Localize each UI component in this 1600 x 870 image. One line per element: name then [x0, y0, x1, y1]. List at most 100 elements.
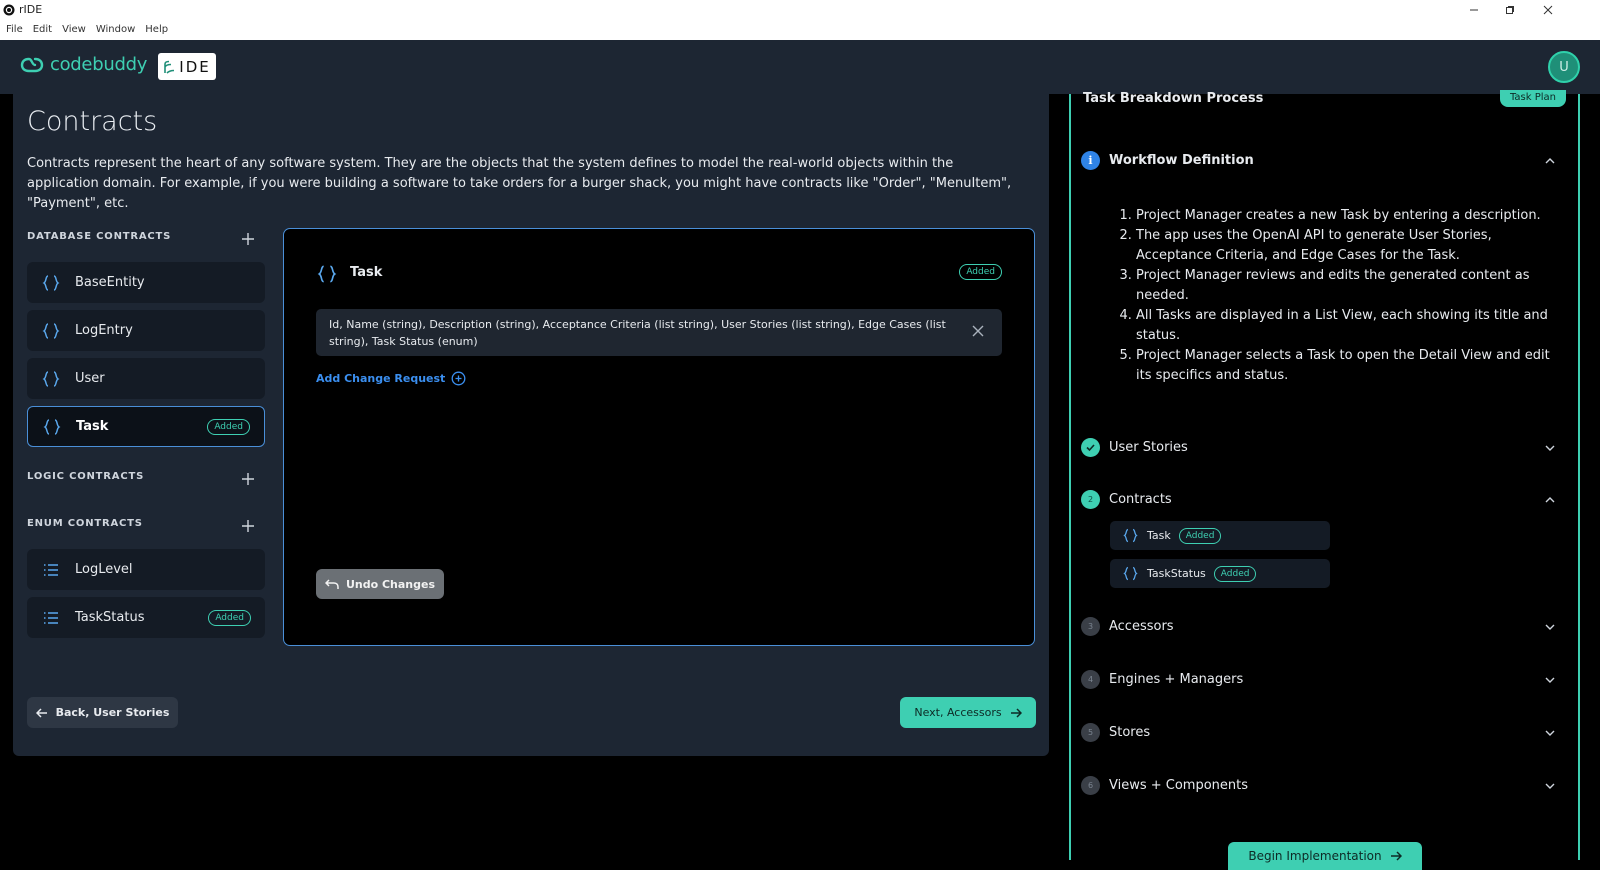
- maximize-button[interactable]: [1492, 0, 1528, 19]
- workflow-step: The app uses the OpenAI API to generate …: [1136, 226, 1559, 266]
- add-enum-contract-icon[interactable]: [241, 519, 255, 533]
- next-label: Next, Accessors: [914, 706, 1002, 719]
- arrow-right-icon: [1390, 851, 1402, 861]
- step-user-stories[interactable]: User Stories: [1081, 438, 1556, 457]
- step-number: 2: [1081, 490, 1100, 509]
- back-button[interactable]: Back, User Stories: [27, 697, 178, 728]
- list-icon: [44, 611, 58, 624]
- task-plan-panel: Task Breakdown Process Task Plan i Workf…: [1069, 90, 1580, 870]
- menu-file[interactable]: File: [6, 24, 23, 35]
- menu-window[interactable]: Window: [96, 24, 135, 35]
- close-icon[interactable]: [972, 325, 984, 337]
- ide-badge: IDE: [158, 53, 216, 80]
- begin-implementation-button[interactable]: Begin Implementation: [1228, 842, 1422, 870]
- workflow-title: Workflow Definition: [1109, 153, 1254, 168]
- info-icon: i: [1081, 151, 1100, 170]
- braces-icon: [43, 418, 61, 435]
- chevron-down-icon: [1545, 677, 1555, 683]
- contract-item-baseentity[interactable]: BaseEntity: [27, 262, 265, 303]
- contract-item-logentry[interactable]: LogEntry: [27, 310, 265, 351]
- editor-title: Task: [350, 265, 383, 280]
- add-logic-contract-icon[interactable]: [241, 472, 255, 486]
- add-change-request-label: Add Change Request: [316, 372, 446, 385]
- step-contracts[interactable]: 2 Contracts: [1081, 490, 1556, 509]
- braces-icon: [42, 370, 60, 387]
- contract-name: Task: [76, 419, 109, 434]
- app-header: codebuddy IDE U: [0, 40, 1600, 94]
- undo-changes-label: Undo Changes: [345, 577, 436, 591]
- step-stores[interactable]: 5 Stores: [1081, 723, 1556, 742]
- contract-name: BaseEntity: [75, 275, 145, 290]
- workflow-step: Project Manager creates a new Task by en…: [1136, 206, 1559, 226]
- undo-icon: [324, 579, 339, 589]
- added-badge: Added: [959, 264, 1002, 280]
- codebuddy-logo[interactable]: codebuddy: [20, 54, 147, 75]
- next-button[interactable]: Next, Accessors: [900, 697, 1036, 728]
- chevron-down-icon: [1545, 730, 1555, 736]
- chevron-down-icon: [1545, 783, 1555, 789]
- task-breakdown-heading: Task Breakdown Process: [1083, 91, 1264, 106]
- chevron-down-icon: [1545, 624, 1555, 630]
- back-label: Back, User Stories: [55, 706, 170, 719]
- menu-edit[interactable]: Edit: [33, 24, 52, 35]
- braces-icon: [317, 265, 337, 283]
- added-badge: Added: [1178, 527, 1222, 544]
- begin-implementation-label: Begin Implementation: [1248, 849, 1382, 863]
- contract-item-taskstatus[interactable]: TaskStatus Added: [27, 597, 265, 638]
- step-label: Engines + Managers: [1109, 672, 1244, 687]
- add-change-request-button[interactable]: Add Change Request: [316, 371, 466, 386]
- chevron-up-icon: [1545, 496, 1555, 502]
- plus-circle-icon: [451, 371, 466, 386]
- contract-name: Task: [1147, 529, 1171, 542]
- plan-contract-task[interactable]: Task Added: [1110, 521, 1330, 550]
- brand-name: codebuddy: [50, 54, 148, 75]
- braces-icon: [1123, 566, 1138, 581]
- change-request-item: Id, Name (string), Description (string),…: [316, 309, 1002, 356]
- check-circle-icon: [1081, 438, 1100, 457]
- arrow-right-icon: [1010, 707, 1022, 718]
- menu-view[interactable]: View: [62, 24, 86, 35]
- window-title: rIDE: [19, 3, 43, 16]
- workflow-step: Project Manager reviews and edits the ge…: [1136, 266, 1559, 306]
- workflow-definition-header[interactable]: i Workflow Definition: [1081, 151, 1556, 170]
- page-title: Contracts: [27, 106, 158, 137]
- contract-name: LogLevel: [75, 562, 133, 577]
- app-icon: [3, 4, 15, 15]
- contracts-intro: Contracts represent the heart of any sof…: [27, 156, 1012, 211]
- step-views-components[interactable]: 6 Views + Components: [1081, 776, 1556, 795]
- enum-contracts-label: ENUM CONTRACTS: [27, 518, 143, 529]
- contract-name: TaskStatus: [1147, 567, 1206, 580]
- added-badge: Added: [208, 609, 251, 626]
- arrow-left-icon: [35, 707, 47, 718]
- minimize-button[interactable]: [1456, 0, 1492, 19]
- undo-changes-button[interactable]: Undo Changes: [316, 569, 444, 599]
- added-badge: Added: [207, 418, 250, 435]
- change-request-text: Id, Name (string), Description (string),…: [329, 318, 946, 348]
- step-label: User Stories: [1109, 440, 1188, 455]
- r-logo-icon: [164, 60, 175, 74]
- step-engines-managers[interactable]: 4 Engines + Managers: [1081, 670, 1556, 689]
- added-badge: Added: [1213, 565, 1257, 582]
- contract-item-task[interactable]: Task Added: [27, 406, 265, 447]
- restore-icon: [1506, 5, 1514, 14]
- contract-item-loglevel[interactable]: LogLevel: [27, 549, 265, 590]
- logic-contracts-label: LOGIC CONTRACTS: [27, 471, 145, 482]
- task-plan-badge: Task Plan: [1499, 90, 1566, 107]
- database-contracts-label: DATABASE CONTRACTS: [27, 231, 172, 242]
- contract-name: LogEntry: [75, 323, 133, 338]
- step-number: 4: [1081, 670, 1100, 689]
- step-accessors[interactable]: 3 Accessors: [1081, 617, 1556, 636]
- add-database-contract-icon[interactable]: [241, 232, 255, 246]
- contract-name: TaskStatus: [75, 610, 145, 625]
- step-label: Views + Components: [1109, 778, 1249, 793]
- window-title-bar: rIDE: [0, 0, 1600, 19]
- menu-help[interactable]: Help: [145, 24, 168, 35]
- step-label: Contracts: [1109, 492, 1172, 507]
- plan-contract-taskstatus[interactable]: TaskStatus Added: [1110, 559, 1330, 588]
- chevron-up-icon: [1545, 157, 1555, 163]
- close-window-button[interactable]: [1530, 0, 1566, 19]
- user-avatar[interactable]: U: [1548, 51, 1580, 83]
- workflow-steps: Project Manager creates a new Task by en…: [1119, 206, 1559, 386]
- contract-item-user[interactable]: User: [27, 358, 265, 399]
- contract-name: User: [75, 371, 105, 386]
